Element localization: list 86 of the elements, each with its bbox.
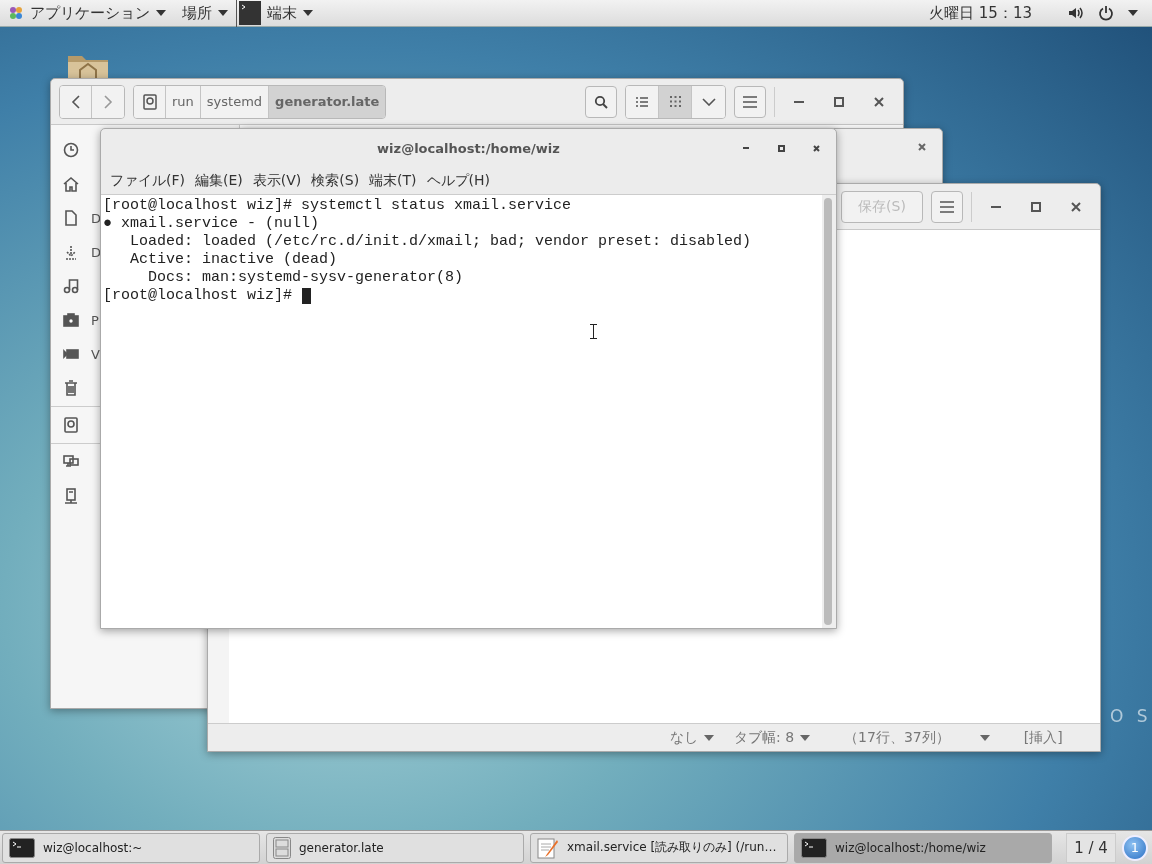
workspace-switcher[interactable]: 1 / 4 [1066, 832, 1116, 863]
clock[interactable]: 火曜日 15：13 [929, 3, 1032, 23]
minimize-icon [743, 147, 749, 149]
video-icon[interactable] [63, 346, 79, 362]
menu-item[interactable]: 表示(V) [249, 171, 305, 190]
drive-icon[interactable] [63, 417, 79, 433]
sidebar-item[interactable]: D [91, 244, 101, 260]
document-icon[interactable] [63, 210, 79, 226]
camera-icon[interactable] [63, 312, 79, 328]
window-title: wiz@localhost:/home/wiz [377, 140, 560, 156]
cursor-position: （17行、37列） [844, 728, 950, 747]
sidebar-item[interactable]: V [91, 346, 100, 362]
download-icon[interactable] [63, 244, 79, 260]
close-icon [812, 144, 820, 152]
back-button[interactable] [60, 85, 92, 118]
taskbar-item[interactable]: wiz@localhost:~ [2, 832, 260, 863]
menu-icon [743, 95, 757, 108]
drive-icon [142, 93, 157, 110]
insert-mode: [挿入] [1023, 728, 1063, 747]
taskbar-item[interactable]: wiz@localhost:/home/wiz [794, 832, 1052, 863]
grid-view-button[interactable] [659, 85, 692, 118]
maximize-icon [1031, 201, 1041, 212]
terminal-line: ● xmail.service - (null) [103, 215, 320, 233]
terminal-icon [9, 837, 35, 858]
recent-icon[interactable] [63, 142, 79, 158]
chevron-right-icon [103, 94, 113, 109]
home-icon[interactable] [63, 176, 79, 192]
text-cursor-icon [590, 324, 597, 339]
caret-icon[interactable] [979, 734, 990, 741]
scrollbar[interactable] [824, 198, 832, 625]
maximize-icon [777, 144, 785, 152]
highlight-mode-dropdown[interactable]: なし [670, 728, 714, 747]
menu-button[interactable] [931, 190, 963, 223]
volume-icon[interactable] [1068, 6, 1084, 20]
terminal-line: Docs: man:systemd-sysv-generator(8) [147, 269, 464, 287]
menu-item[interactable]: 編集(E) [192, 171, 246, 190]
grid-icon [669, 96, 681, 107]
apps-icon [8, 5, 24, 21]
menu-icon [940, 200, 954, 213]
terminal-line: [root@localhost wiz]# [103, 287, 294, 305]
caret-icon [800, 734, 811, 741]
close-icon [918, 143, 926, 151]
terminal-icon [801, 837, 827, 858]
network-icon[interactable] [63, 454, 79, 470]
tab-width-dropdown[interactable]: タブ幅: 8 [734, 728, 811, 747]
menu-item[interactable]: ヘルプ(H) [423, 171, 494, 190]
menu-button[interactable] [734, 85, 766, 118]
close-icon [874, 96, 884, 107]
places-menu[interactable]: 場所 [174, 0, 236, 27]
notepad-pencil-icon [537, 836, 559, 859]
trash-icon[interactable] [63, 380, 79, 396]
list-icon [636, 96, 648, 107]
music-icon[interactable] [63, 278, 79, 294]
location-button[interactable] [134, 85, 166, 118]
server-icon[interactable] [63, 488, 79, 504]
caret-icon [156, 10, 166, 16]
menu-item[interactable]: ファイル(F) [107, 171, 188, 190]
power-icon[interactable] [1098, 5, 1114, 21]
minimize-icon [794, 100, 804, 103]
applications-menu[interactable]: アプリケーション [0, 0, 174, 27]
taskbar-item[interactable]: generator.late [266, 832, 524, 863]
maximize-icon [834, 96, 844, 107]
taskbar-item[interactable]: xmail.service [読み取りのみ] (/run… [530, 832, 788, 863]
caret-icon[interactable] [1128, 10, 1138, 16]
chevron-down-icon [701, 97, 716, 106]
app-menu[interactable]: 端末 [236, 0, 321, 27]
caret-icon [303, 10, 313, 16]
file-cabinet-icon [273, 836, 291, 859]
terminal-icon [239, 1, 261, 25]
minimize-icon [991, 205, 1001, 208]
list-view-button[interactable] [626, 85, 659, 118]
search-button[interactable] [585, 85, 617, 118]
desktop-logo-text: O S [1110, 706, 1152, 726]
terminal-line: Loaded: loaded (/etc/rc.d/init.d/xmail; bad; vendor preset: disabled) [129, 233, 752, 251]
close-icon [1071, 201, 1081, 212]
menu-item[interactable]: 検索(S) [308, 171, 363, 190]
path-segment[interactable]: generator.late [269, 85, 386, 118]
caret-icon [218, 10, 228, 16]
terminal-line: Active: inactive (dead) [129, 251, 338, 269]
search-icon [594, 94, 608, 109]
caret-icon [704, 734, 714, 741]
sidebar-item[interactable]: P [91, 312, 99, 328]
sidebar-item[interactable]: D [91, 210, 101, 226]
menu-item[interactable]: 端末(T) [366, 171, 420, 190]
chevron-left-icon [70, 94, 81, 109]
terminal-line: [root@localhost wiz]# systemctl status xmail.service [103, 197, 572, 215]
